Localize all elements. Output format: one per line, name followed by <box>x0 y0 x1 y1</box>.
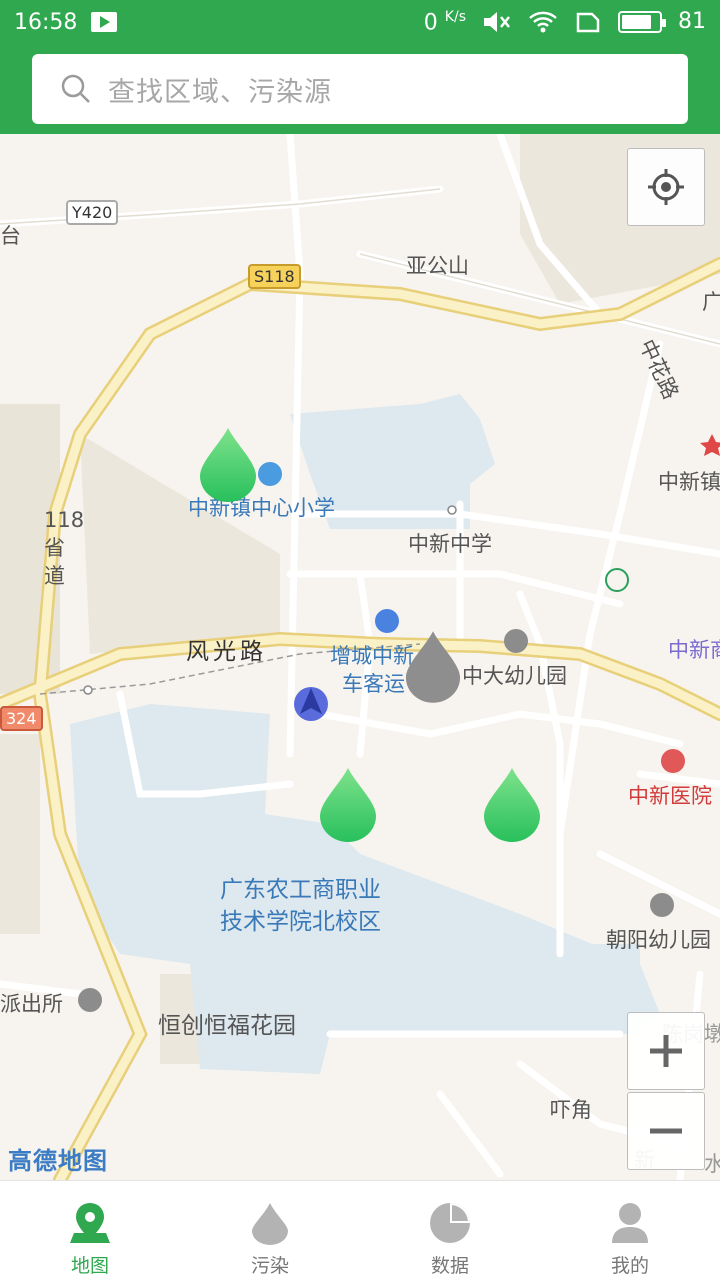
label-yagong: 亚公山 <box>406 254 469 278</box>
label-bus-station-1: 增城中新 <box>330 644 414 668</box>
label-college-1: 广东农工商职业 <box>220 877 381 903</box>
label-police: 派出所 <box>0 992 63 1016</box>
net-speed: 0 K/s <box>423 8 466 36</box>
status-bar: 16:58 0 K/s 81 <box>0 0 720 44</box>
green-drop-1[interactable] <box>198 426 258 502</box>
map-view[interactable]: Y420 S118 台 亚公山 广 中花路 中新镇 中新镇中心小学 中新中学 1… <box>0 134 720 1180</box>
label-hospital: 中新医院 <box>628 784 712 808</box>
crosshair-icon <box>648 169 684 205</box>
map-pin-icon <box>70 1203 110 1243</box>
user-icon <box>612 1203 648 1243</box>
grey-drop-1[interactable] <box>404 628 462 704</box>
label-zhongxin-right: 中新商 <box>668 638 720 662</box>
label-kindergarten: 中大幼儿园 <box>462 664 567 688</box>
tab-map-label: 地图 <box>70 1255 109 1277</box>
pie-chart-icon <box>430 1203 470 1243</box>
road-shield-324: 324 <box>0 706 43 731</box>
label-hengchuang: 恒创恒福花园 <box>158 1013 296 1039</box>
sim-icon <box>576 12 600 33</box>
tab-data[interactable]: 数据 <box>360 1181 540 1280</box>
label-college-2: 技术学院北校区 <box>220 909 381 935</box>
label-zhongxinzhen: 中新镇 <box>658 470 720 494</box>
bottom-nav: 地图 污染 数据 我的 <box>0 1180 720 1280</box>
tab-map[interactable]: 地图 <box>0 1181 180 1280</box>
label-pijiao: 吓角 <box>550 1098 592 1122</box>
zoom-out-button[interactable] <box>627 1092 705 1170</box>
search-input[interactable]: 查找区域、污染源 <box>32 54 688 124</box>
zoom-in-button[interactable] <box>627 1012 705 1090</box>
play-icon <box>91 12 118 32</box>
drop-icon <box>252 1203 288 1245</box>
label-tai: 台 <box>0 224 21 248</box>
label-chaoyang: 朝阳幼儿园 <box>606 928 711 952</box>
status-time: 16:58 <box>14 9 78 35</box>
locate-button[interactable] <box>627 148 705 226</box>
label-middle-school: 中新中学 <box>408 532 492 556</box>
tab-profile[interactable]: 我的 <box>540 1181 720 1280</box>
battery-icon <box>618 10 666 33</box>
battery-level: 81 <box>678 9 706 35</box>
minus-icon <box>650 1128 682 1134</box>
road-shield-s118: S118 <box>248 264 301 289</box>
search-placeholder: 查找区域、污染源 <box>108 76 332 108</box>
tab-pollution[interactable]: 污染 <box>180 1181 360 1280</box>
tab-data-label: 数据 <box>430 1255 469 1277</box>
amap-logo: 高德地图 <box>8 1147 108 1175</box>
label-provincial-road: 118省道 <box>44 508 85 588</box>
green-drop-3[interactable] <box>482 766 542 842</box>
wifi-icon <box>529 11 557 33</box>
label-guang: 广 <box>702 290 720 314</box>
plus-icon <box>650 1035 682 1067</box>
header: 查找区域、污染源 <box>0 44 720 134</box>
label-bus-station-2: 车客运 <box>342 672 405 696</box>
tab-pollution-label: 污染 <box>250 1255 289 1277</box>
road-shield-y420: Y420 <box>66 200 119 225</box>
search-icon <box>61 74 90 103</box>
label-fengguang-road: 风光路 <box>186 639 267 665</box>
green-drop-2[interactable] <box>318 766 378 842</box>
tab-profile-label: 我的 <box>610 1255 649 1277</box>
label-shui: 水 <box>704 1152 720 1176</box>
mute-icon <box>484 11 510 32</box>
